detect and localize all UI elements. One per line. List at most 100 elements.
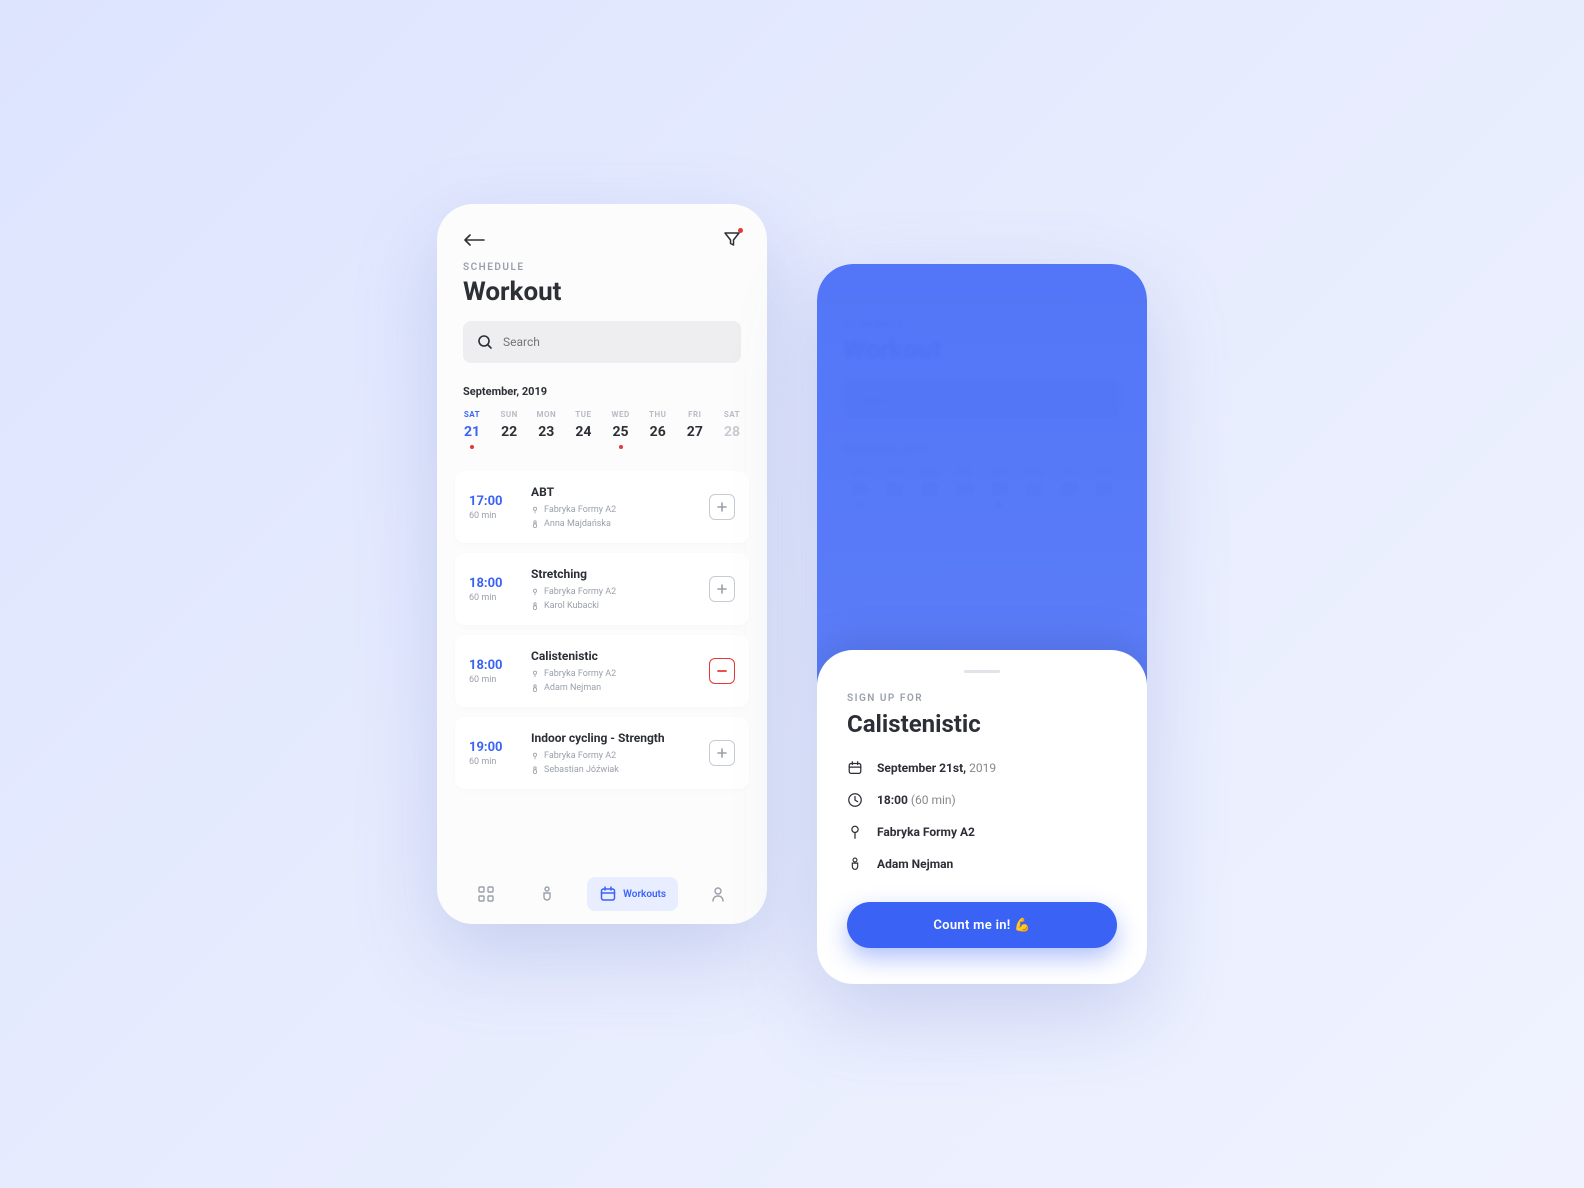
trainer-text: Adam Nejman	[877, 857, 953, 871]
day-num: 28	[724, 424, 740, 440]
tab-dashboard[interactable]	[465, 877, 507, 911]
workout-duration: 60 min	[469, 511, 496, 521]
day-num: 24	[575, 424, 591, 440]
count-me-in-button[interactable]: Count me in! 💪	[847, 902, 1117, 948]
day-dot	[619, 445, 623, 449]
time-col: 17:00 60 min	[469, 494, 517, 521]
time-col: 18:00 60 min	[469, 576, 517, 603]
day-22[interactable]: SUN 22	[492, 410, 526, 449]
workout-schedule-screen: SCHEDULE Workout September, 2019 SAT 21 SU…	[437, 204, 767, 924]
day-21[interactable]: SAT 21	[455, 410, 489, 449]
workout-name: Calistenistic	[847, 710, 1117, 738]
tab-workouts-label: Workouts	[623, 889, 666, 900]
tabbar: Workouts	[437, 864, 767, 924]
day-label: SUN	[500, 410, 517, 419]
workout-location: Fabryka Formy A2	[531, 505, 695, 515]
info-col: ABT Fabryka Formy A2 Anna Majdańska	[531, 485, 695, 529]
day-27[interactable]: FRI 27	[678, 410, 712, 449]
detail-trainer: Adam Nejman	[847, 856, 1117, 872]
day-num: 27	[687, 424, 703, 440]
workout-duration: 60 min	[469, 593, 496, 603]
day-picker: SAT 21 SUN 22 MON23TUE24WED25 THU 26 FRI 27 SAT 28	[437, 410, 767, 471]
search-input[interactable]	[503, 335, 727, 349]
back-button[interactable]	[463, 232, 485, 246]
schedule-eyebrow: SCHEDULE	[463, 262, 741, 273]
day-label: FRI	[688, 410, 701, 419]
tab-activity[interactable]	[526, 877, 568, 911]
day-dot	[656, 445, 660, 449]
workout-time: 18:00	[469, 658, 503, 673]
grid-icon	[477, 885, 495, 903]
calendar-icon	[599, 885, 617, 903]
detail-location: Fabryka Formy A2	[847, 824, 1117, 840]
location-text: Fabryka Formy A2	[877, 825, 975, 839]
tab-workouts[interactable]: Workouts	[587, 877, 678, 911]
signup-eyebrow: SIGN UP FOR	[847, 693, 1117, 704]
month-label: September, 2019	[437, 385, 767, 410]
workout-duration: 60 min	[469, 675, 496, 685]
workout-location: Fabryka Formy A2	[531, 587, 695, 597]
day-label: THU	[649, 410, 666, 419]
trainer-icon	[847, 856, 863, 872]
workout-title: Indoor cycling - Strength	[531, 731, 695, 745]
add-workout-button[interactable]	[709, 740, 735, 766]
time-col: 18:00 60 min	[469, 658, 517, 685]
day-num: 21	[464, 424, 480, 440]
time-col: 19:00 60 min	[469, 740, 517, 767]
activity-icon	[538, 885, 556, 903]
pin-icon	[847, 824, 863, 840]
day-label: WED	[611, 410, 629, 419]
tab-profile[interactable]	[697, 877, 739, 911]
day-dot	[507, 445, 511, 449]
day-23[interactable]: MON23	[529, 410, 563, 449]
day-dot	[470, 445, 474, 449]
add-workout-button[interactable]	[709, 494, 735, 520]
person-icon	[709, 885, 727, 903]
title-area: SCHEDULE Workout	[437, 262, 767, 321]
workout-trainer: Karol Kubacki	[531, 601, 695, 611]
detail-date: September 21st, 2019	[847, 760, 1117, 776]
day-label: MON	[536, 410, 556, 419]
signup-sheet-screen: SCHEDULE Workout Search September, 2019 …	[817, 264, 1147, 984]
day-num: 26	[650, 424, 666, 440]
workout-card[interactable]: 19:00 60 min Indoor cycling - Strength F…	[455, 717, 749, 789]
workout-card[interactable]: 17:00 60 min ABT Fabryka Formy A2 Anna M…	[455, 471, 749, 543]
day-label: SAT	[724, 410, 740, 419]
time-text: 18:00 (60 min)	[877, 793, 956, 807]
day-label: SAT	[464, 410, 480, 419]
day-dot	[730, 445, 734, 449]
page-title: Workout	[463, 277, 741, 307]
workout-location: Fabryka Formy A2	[531, 669, 695, 679]
workout-title: Stretching	[531, 567, 695, 581]
header	[437, 204, 767, 262]
workout-title: Calistenistic	[531, 649, 695, 663]
workout-time: 19:00	[469, 740, 503, 755]
workout-card[interactable]: 18:00 60 min Calistenistic Fabryka Formy…	[455, 635, 749, 707]
date-text: September 21st, 2019	[877, 761, 996, 775]
workout-trainer: Sebastian Jóźwiak	[531, 765, 695, 775]
workout-trainer: Adam Nejman	[531, 683, 695, 693]
workout-time: 17:00	[469, 494, 503, 509]
sheet-handle[interactable]	[964, 670, 1000, 673]
remove-workout-button[interactable]	[709, 658, 735, 684]
day-26[interactable]: THU 26	[641, 410, 675, 449]
info-col: Stretching Fabryka Formy A2 Karol Kuback…	[531, 567, 695, 611]
day-25[interactable]: WED25	[604, 410, 638, 449]
day-dot	[581, 445, 585, 449]
info-col: Indoor cycling - Strength Fabryka Formy …	[531, 731, 695, 775]
signup-sheet: SIGN UP FOR Calistenistic September 21st…	[817, 650, 1147, 984]
day-num: 22	[501, 424, 517, 440]
clock-icon	[847, 792, 863, 808]
workouts-list: 17:00 60 min ABT Fabryka Formy A2 Anna M…	[437, 471, 767, 789]
day-28[interactable]: SAT 28	[715, 410, 749, 449]
workout-title: ABT	[531, 485, 695, 499]
workout-duration: 60 min	[469, 757, 496, 767]
search-bar[interactable]	[463, 321, 741, 363]
day-dot	[544, 445, 548, 449]
filter-button[interactable]	[723, 230, 741, 248]
day-24[interactable]: TUE24	[566, 410, 600, 449]
workout-location: Fabryka Formy A2	[531, 751, 695, 761]
workout-card[interactable]: 18:00 60 min Stretching Fabryka Formy A2…	[455, 553, 749, 625]
add-workout-button[interactable]	[709, 576, 735, 602]
info-col: Calistenistic Fabryka Formy A2 Adam Nejm…	[531, 649, 695, 693]
